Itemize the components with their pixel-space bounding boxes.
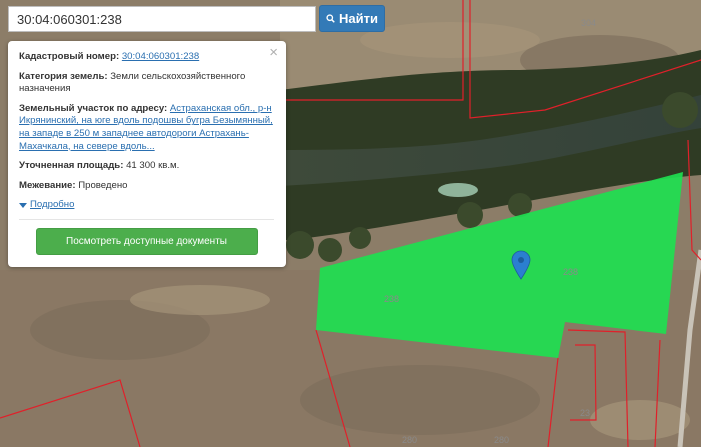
land-category-label: Категория земель:	[19, 70, 108, 82]
area-value: 41 300 кв.м.	[126, 160, 180, 172]
address-row: Земельный участок по адресу: Астраханска…	[19, 103, 274, 153]
caret-down-icon	[19, 203, 27, 209]
parcel-label: 238	[563, 267, 578, 277]
parcel-label: 304	[581, 18, 596, 28]
survey-value: Проведено	[78, 179, 128, 191]
area-label: Уточненная площадь:	[19, 160, 124, 172]
cadastral-number-row: Кадастровый номер: 30:04:060301:238	[19, 51, 274, 64]
cadastral-number-label: Кадастровый номер:	[19, 51, 120, 62]
parcel-label: 280	[494, 435, 509, 445]
land-category-row: Категория земель: Земли сельскохозяйстве…	[19, 71, 274, 96]
view-documents-button[interactable]: Посмотреть доступные документы	[35, 227, 258, 255]
survey-label: Межевание:	[19, 179, 76, 191]
area-row: Уточненная площадь: 41 300 кв.м.	[19, 160, 274, 173]
cadastral-number-link[interactable]: 30:04:060301:238	[122, 51, 199, 62]
divider	[19, 218, 274, 220]
close-icon[interactable]: ×	[269, 45, 278, 60]
parcel-label: 23	[580, 408, 590, 418]
parcel-label: 280	[402, 435, 417, 445]
search-button[interactable]: Найти	[319, 5, 385, 32]
details-toggle[interactable]: Подробно	[19, 199, 274, 212]
parcel-info-panel: × Кадастровый номер: 30:04:060301:238 Ка…	[8, 41, 286, 267]
search-button-label: Найти	[339, 11, 378, 26]
details-label: Подробно	[30, 199, 75, 211]
search-input[interactable]	[8, 6, 316, 32]
address-label: Земельный участок по адресу:	[19, 102, 168, 114]
parcel-label: 238	[384, 294, 399, 304]
search-icon	[326, 14, 335, 23]
search-bar: Найти	[8, 5, 385, 32]
survey-row: Межевание: Проведено	[19, 180, 274, 193]
